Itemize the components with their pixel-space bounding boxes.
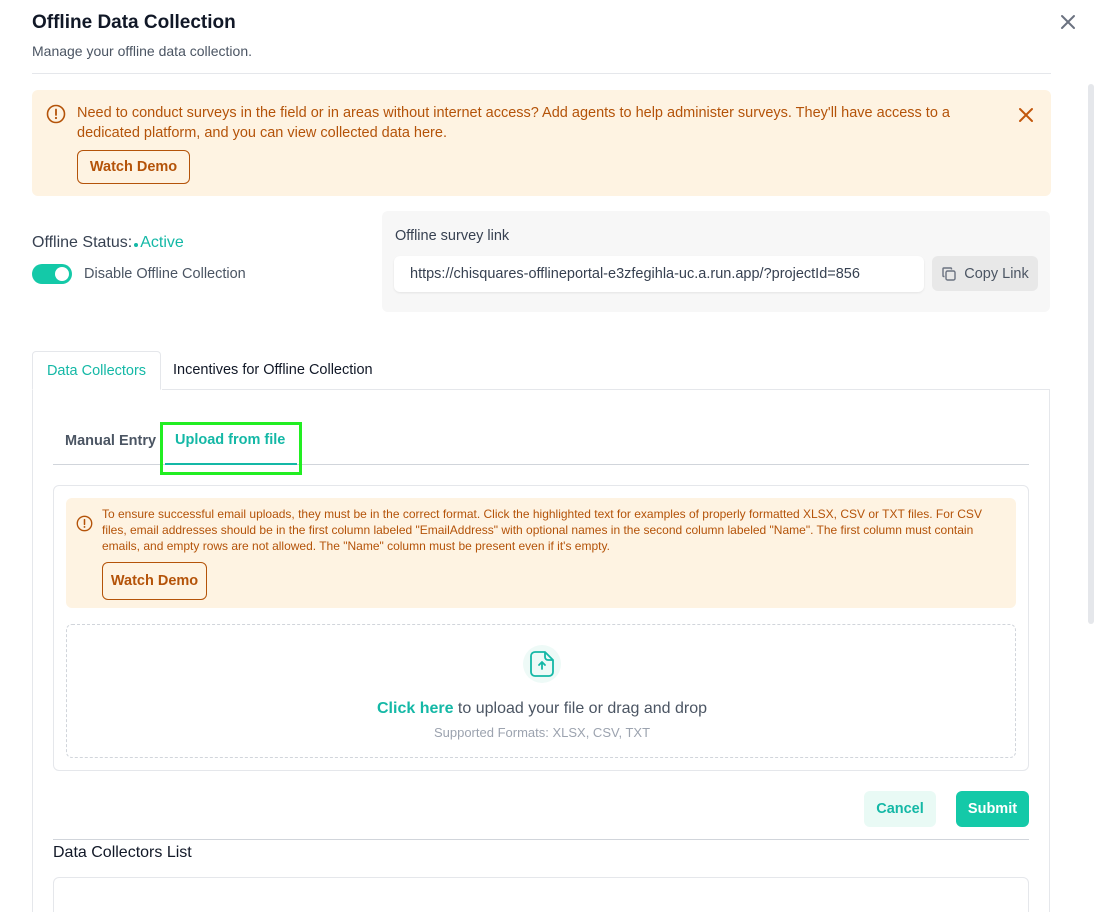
tab-data-collectors[interactable]: Data Collectors [32,351,161,390]
toggle-knob [55,267,69,281]
banner-text: Need to conduct surveys in the field or … [77,105,950,141]
close-icon[interactable] [1056,10,1080,34]
modal-subtitle: Manage your offline data collection. [32,43,252,59]
info-circle-icon [76,515,93,532]
modal-title: Offline Data Collection [32,12,236,33]
info-circle-icon [46,104,66,124]
offline-status: Offline Status: Active [32,234,184,252]
submit-button[interactable]: Submit [956,791,1029,827]
toggle-label: Disable Offline Collection [84,266,246,282]
upload-file-icon [523,645,561,683]
subtab-manual-entry[interactable]: Manual Entry [65,433,156,449]
data-collectors-list-title: Data Collectors List [53,844,192,861]
active-subtab-indicator [165,463,297,465]
offline-status-value: Active [140,234,184,251]
scrollbar[interactable] [1088,84,1094,624]
cancel-button[interactable]: Cancel [864,791,936,827]
info-banner: Need to conduct surveys in the field or … [32,90,1051,196]
copy-link-label: Copy Link [964,265,1029,282]
upload-watch-demo-button[interactable]: Watch Demo [102,562,207,600]
banner-close-icon[interactable] [1015,104,1037,126]
survey-link-label: Offline survey link [395,228,510,244]
upload-info-banner: To ensure successful email uploads, they… [66,498,1016,608]
header-divider [32,73,1051,74]
survey-link-field[interactable]: https://chisquares-offlineportal-e3zfegi… [394,256,924,292]
list-divider [53,839,1029,840]
offline-status-label: Offline Status: [32,234,133,251]
tab-incentives[interactable]: Incentives for Offline Collection [173,362,373,378]
click-here-link[interactable]: Click here [377,700,453,717]
supported-formats: Supported Formats: XLSX, CSV, TXT [433,725,651,740]
file-dropzone[interactable]: Click here to upload your file or drag a… [66,624,1016,758]
subtab-upload-from-file[interactable]: Upload from file [175,432,285,448]
offline-data-collection-modal: Offline Data Collection Manage your offl… [0,0,1095,912]
dropzone-text: to upload your file or drag and drop [453,700,707,717]
offline-collection-toggle[interactable] [32,264,72,284]
dropzone-instructions: Click here to upload your file or drag a… [67,700,1017,718]
data-collectors-list [53,877,1029,912]
survey-link-panel: Offline survey link https://chisquares-o… [382,211,1050,312]
upload-info-text: To ensure successful email uploads, they… [102,507,982,553]
status-dot [134,243,139,247]
copy-icon [941,266,957,282]
watch-demo-button[interactable]: Watch Demo [77,150,190,184]
copy-link-button[interactable]: Copy Link [932,256,1038,291]
